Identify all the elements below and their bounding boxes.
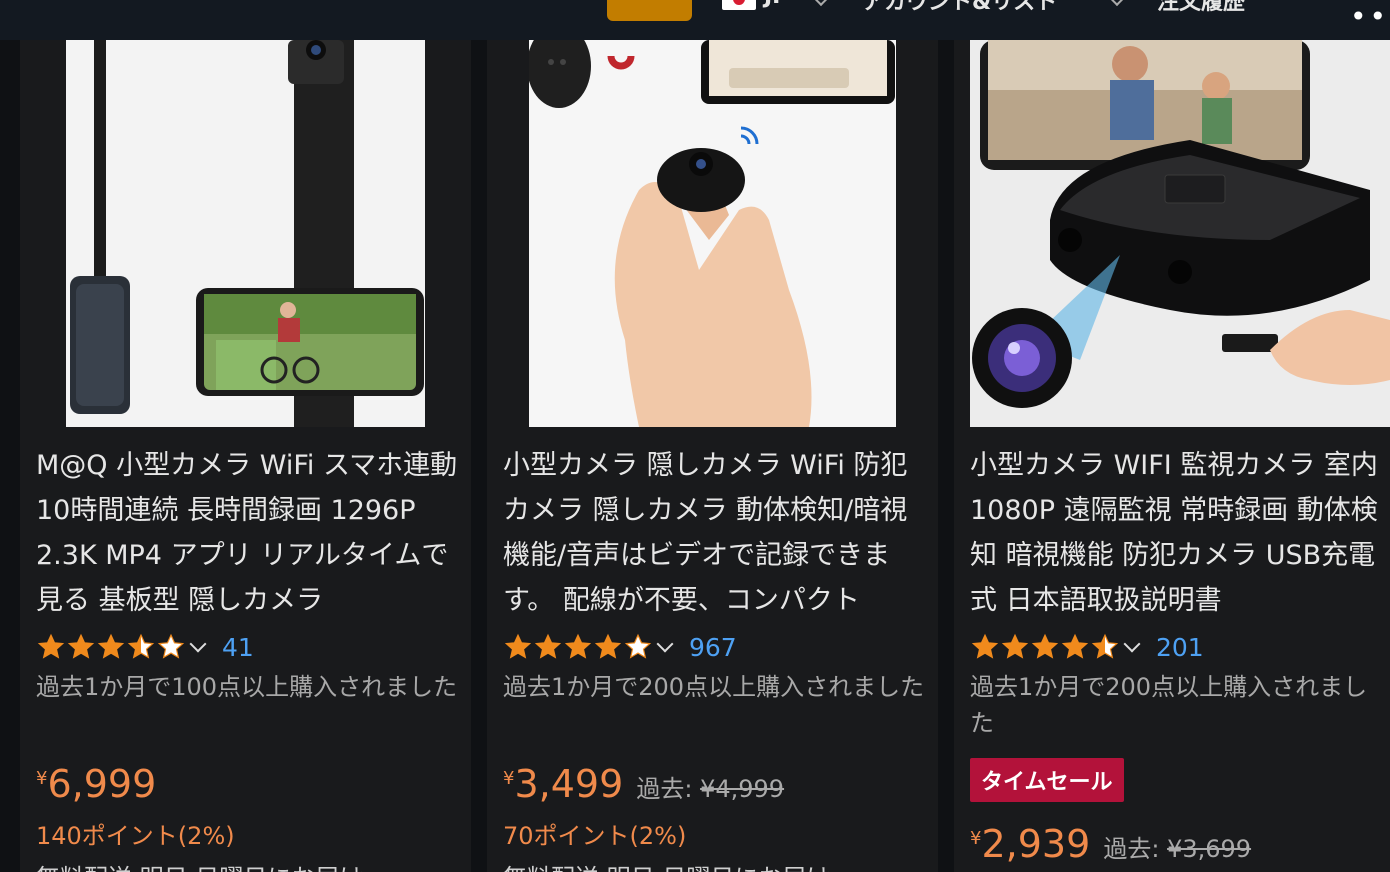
- list-price: 過去: ¥3,699: [1103, 829, 1251, 864]
- currency-symbol: ¥: [970, 828, 982, 849]
- star-icon: [503, 633, 533, 661]
- product-image-graphic: [66, 40, 425, 427]
- price-value: 6,999: [47, 762, 157, 806]
- product-image[interactable]: [529, 40, 896, 427]
- product-card[interactable]: 小型カメラ WIFI 監視カメラ 室内 1080P 遠隔監視 常時録画 動体検知…: [954, 40, 1390, 872]
- product-image[interactable]: [66, 40, 425, 427]
- product-card[interactable]: M@Q 小型カメラ WiFi スマホ連動 10時間連続 長時間録画 1296P …: [20, 40, 471, 872]
- price-value: 3,499: [514, 762, 624, 806]
- price: ¥6,999: [36, 762, 156, 806]
- list-price: 過去: ¥4,999: [636, 769, 784, 804]
- search-submit-button[interactable]: [607, 0, 692, 21]
- price: ¥3,499 過去: ¥4,999: [503, 762, 784, 806]
- star-icon: [533, 633, 563, 661]
- japan-flag-icon[interactable]: [722, 0, 756, 10]
- star-rating[interactable]: [503, 633, 653, 661]
- chevron-down-icon: [1109, 0, 1125, 7]
- product-title[interactable]: M@Q 小型カメラ WiFi スマホ連動 10時間連続 長時間録画 1296P …: [36, 443, 466, 623]
- rating-count[interactable]: 41: [222, 633, 254, 662]
- product-card[interactable]: 小型カメラ 隠しカメラ WiFi 防犯カメラ 隠しカメラ 動体検知/暗視機能/音…: [487, 40, 938, 872]
- purchase-count-note: 過去1か月で100点以上購入されました: [36, 673, 458, 701]
- list-price-value: ¥4,999: [700, 775, 785, 803]
- star-icon: [970, 633, 1000, 661]
- list-price-label: 過去:: [1103, 835, 1160, 863]
- currency-symbol: ¥: [36, 768, 48, 789]
- star-icon: [623, 633, 653, 661]
- product-title[interactable]: 小型カメラ WIFI 監視カメラ 室内 1080P 遠隔監視 常時録画 動体検知…: [970, 443, 1390, 623]
- star-rating[interactable]: [970, 633, 1120, 661]
- nav-account-lists[interactable]: アカウント&リスト: [862, 0, 1057, 16]
- star-icon: [1090, 633, 1120, 661]
- chevron-down-icon[interactable]: [656, 635, 674, 653]
- points: 140ポイント(2%): [36, 822, 235, 850]
- list-price-value: ¥3,699: [1167, 835, 1252, 863]
- purchase-count-note: 過去1か月で200点以上購入されました: [970, 673, 1368, 737]
- rating-row[interactable]: 201: [970, 632, 1204, 662]
- star-icon: [593, 633, 623, 661]
- rating-count[interactable]: 967: [689, 633, 737, 662]
- currency-symbol: ¥: [503, 768, 515, 789]
- star-icon: [66, 633, 96, 661]
- chevron-down-icon[interactable]: [1123, 635, 1141, 653]
- star-icon: [96, 633, 126, 661]
- rating-row[interactable]: 41: [36, 632, 254, 662]
- star-icon: [1030, 633, 1060, 661]
- rating-row[interactable]: 967: [503, 632, 737, 662]
- more-icon[interactable]: ••: [1350, 0, 1389, 33]
- star-icon: [36, 633, 66, 661]
- star-icon: [126, 633, 156, 661]
- star-icon: [1060, 633, 1090, 661]
- product-image[interactable]: [970, 40, 1390, 427]
- star-icon: [156, 633, 186, 661]
- chevron-down-icon: [813, 0, 829, 7]
- product-image-graphic: [529, 40, 896, 427]
- purchase-count-note: 過去1か月で200点以上購入されました: [503, 673, 925, 701]
- time-sale-badge: タイムセール: [970, 758, 1124, 802]
- chevron-down-icon[interactable]: [189, 635, 207, 653]
- price-value: 2,939: [981, 822, 1091, 866]
- shipping-info: 無料配送 明日 日曜日にお届け: [503, 858, 830, 872]
- points: 70ポイント(2%): [503, 822, 687, 850]
- product-image-graphic: [970, 40, 1390, 427]
- price: ¥2,939 過去: ¥3,699: [970, 822, 1251, 866]
- rating-count[interactable]: 201: [1156, 633, 1204, 662]
- shipping-info: 無料配送 明日 日曜日にお届け: [36, 858, 363, 872]
- star-rating[interactable]: [36, 633, 186, 661]
- top-nav-bar: JP アカウント&リスト 注文履歴 ••: [0, 0, 1390, 40]
- nav-language[interactable]: JP: [764, 0, 788, 9]
- product-title[interactable]: 小型カメラ 隠しカメラ WiFi 防犯カメラ 隠しカメラ 動体検知/暗視機能/音…: [503, 443, 933, 623]
- star-icon: [1000, 633, 1030, 661]
- nav-orders[interactable]: 注文履歴: [1157, 0, 1245, 16]
- star-icon: [563, 633, 593, 661]
- list-price-label: 過去:: [636, 775, 693, 803]
